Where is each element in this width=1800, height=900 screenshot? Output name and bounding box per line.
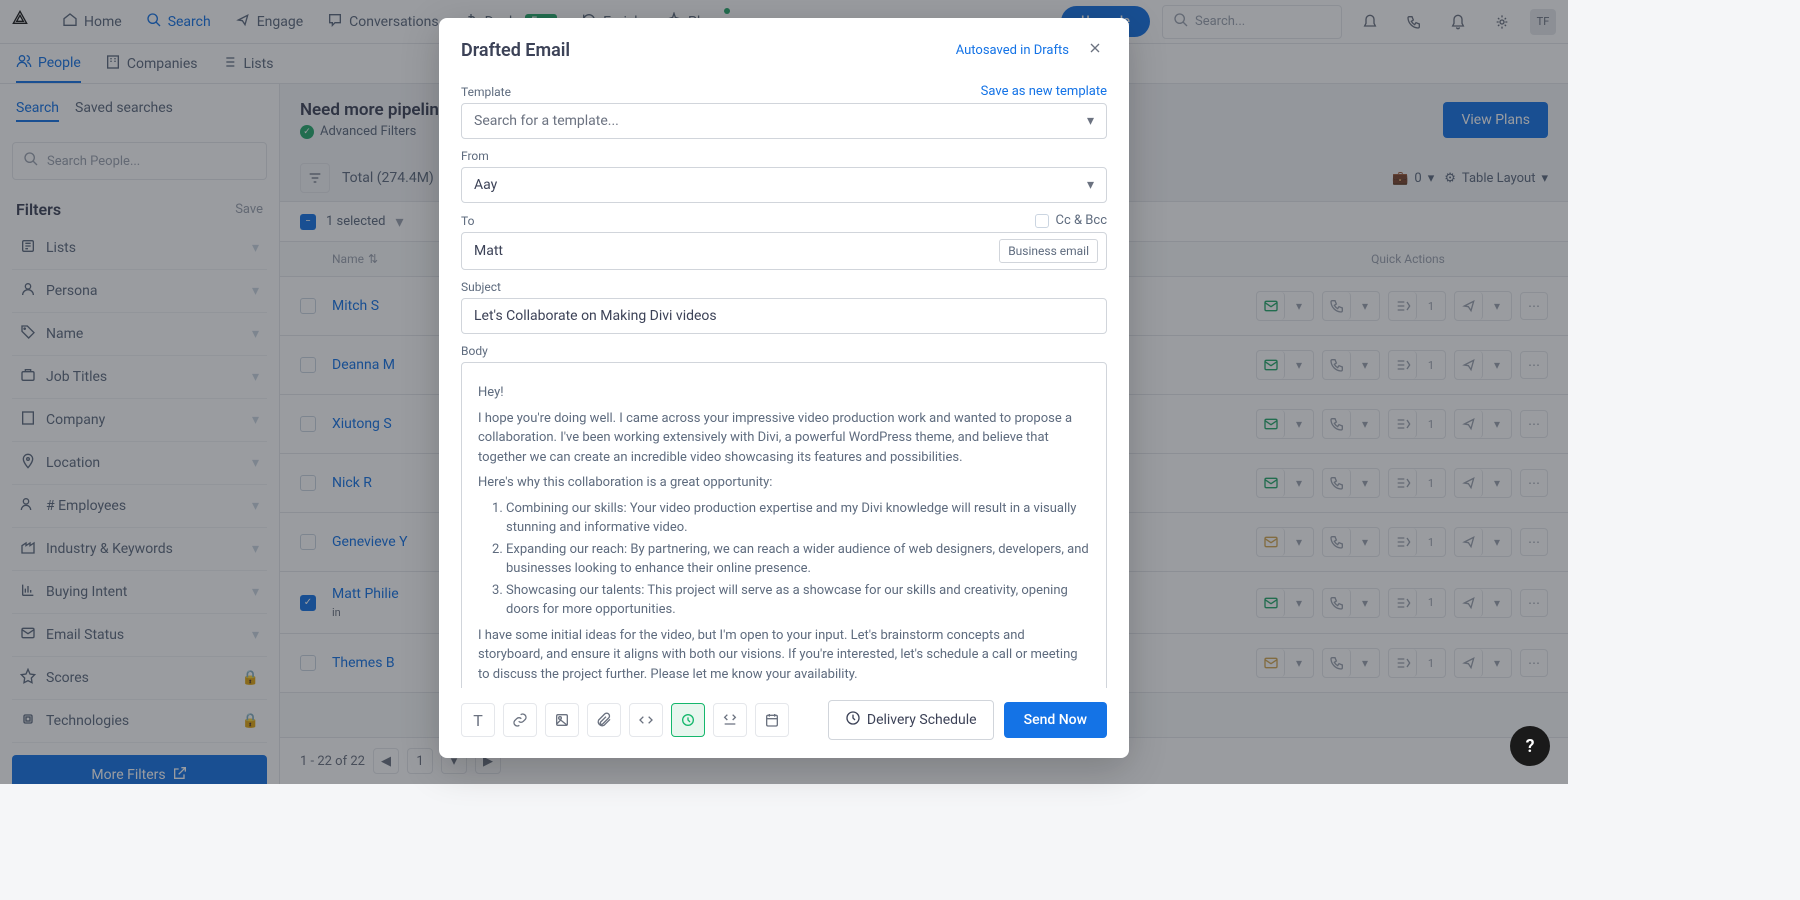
image-tool[interactable] xyxy=(545,703,579,737)
template-placeholder: Search for a template... xyxy=(474,113,619,129)
cc-bcc-label: Cc & Bcc xyxy=(1055,213,1107,228)
to-label: To xyxy=(461,214,474,228)
snippet-tool[interactable] xyxy=(713,703,747,737)
cc-checkbox[interactable] xyxy=(1035,214,1049,228)
modal-overlay[interactable]: Drafted Email Autosaved in Drafts Templa… xyxy=(0,0,1568,784)
modal-footer: T Delivery Schedule Send Now xyxy=(439,688,1129,758)
from-value: Aay xyxy=(474,177,497,193)
attachment-tool[interactable] xyxy=(587,703,621,737)
cc-bcc-toggle[interactable]: Cc & Bcc xyxy=(1035,213,1107,228)
text-format-tool[interactable]: T xyxy=(461,703,495,737)
to-value: Matt xyxy=(474,243,999,259)
help-button[interactable]: ? xyxy=(1510,726,1550,766)
close-button[interactable] xyxy=(1083,36,1107,64)
from-label: From xyxy=(461,149,1107,163)
body-greeting: Hey! xyxy=(478,383,1090,403)
body-editor[interactable]: Hey! I hope you're doing well. I came ac… xyxy=(461,362,1107,688)
template-select[interactable]: Search for a template... ▾ xyxy=(461,103,1107,139)
autosaved-status[interactable]: Autosaved in Drafts xyxy=(956,43,1069,58)
modal-header: Drafted Email Autosaved in Drafts xyxy=(439,18,1129,74)
body-closing: I have some initial ideas for the video,… xyxy=(478,626,1090,685)
code-tool[interactable] xyxy=(629,703,663,737)
business-email-badge: Business email xyxy=(999,239,1098,263)
clock-icon xyxy=(845,710,861,730)
save-template-link[interactable]: Save as new template xyxy=(981,84,1107,99)
subject-input[interactable] xyxy=(461,298,1107,334)
modal-title: Drafted Email xyxy=(461,40,570,61)
modal-body: Template Save as new template Search for… xyxy=(439,74,1129,688)
from-select[interactable]: Aay ▾ xyxy=(461,167,1107,203)
chevron-down-icon: ▾ xyxy=(1087,113,1094,129)
body-label: Body xyxy=(461,344,1107,358)
calendar-tool[interactable] xyxy=(755,703,789,737)
subject-label: Subject xyxy=(461,280,1107,294)
email-modal: Drafted Email Autosaved in Drafts Templa… xyxy=(439,18,1129,758)
ai-tool[interactable] xyxy=(671,703,705,737)
body-why: Here's why this collaboration is a great… xyxy=(478,473,1090,493)
send-now-button[interactable]: Send Now xyxy=(1004,702,1107,738)
link-tool[interactable] xyxy=(503,703,537,737)
body-point: Combining our skills: Your video product… xyxy=(506,499,1090,538)
chevron-down-icon: ▾ xyxy=(1087,177,1094,193)
template-label: Template xyxy=(461,85,511,99)
delivery-label: Delivery Schedule xyxy=(867,712,977,728)
body-intro: I hope you're doing well. I came across … xyxy=(478,409,1090,468)
to-field[interactable]: Matt Business email xyxy=(461,232,1107,270)
delivery-schedule-button[interactable]: Delivery Schedule xyxy=(828,700,994,740)
body-point: Showcasing our talents: This project wil… xyxy=(506,581,1090,620)
body-point: Expanding our reach: By partnering, we c… xyxy=(506,540,1090,579)
